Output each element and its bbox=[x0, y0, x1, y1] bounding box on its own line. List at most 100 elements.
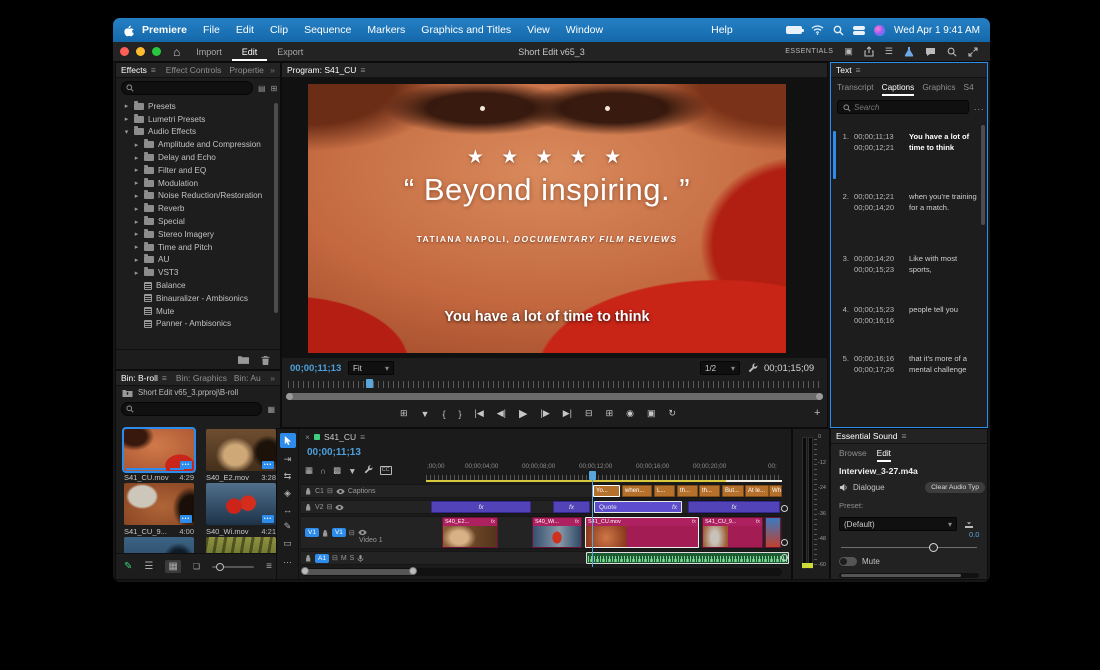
mark-in-icon[interactable]: { bbox=[442, 409, 445, 419]
siri-icon[interactable] bbox=[874, 24, 886, 36]
bin-breadcrumb[interactable]: Short Edit v65_3.prproj\B-roll bbox=[138, 388, 238, 397]
caption-timecodes[interactable]: 00;00;12;21 00;00;14;20 bbox=[854, 191, 904, 213]
twirl-icon[interactable]: ▸ bbox=[123, 102, 130, 110]
pen-tool[interactable]: ✎ bbox=[284, 521, 292, 532]
sequence-tab[interactable]: × S41_CU ≡ bbox=[305, 432, 365, 442]
track-resize-handle[interactable] bbox=[781, 505, 788, 512]
video-clip[interactable]: S40_E2... fx bbox=[442, 517, 498, 548]
mic-icon[interactable] bbox=[357, 554, 364, 563]
tree-item-balance[interactable]: Balance bbox=[117, 279, 273, 292]
minimize-window-button[interactable] bbox=[136, 47, 145, 56]
es-scrollbar[interactable] bbox=[839, 573, 979, 578]
caption-text[interactable]: You have a lot of time to think bbox=[909, 131, 979, 153]
tree-item-audio-effects[interactable]: ▾ Audio Effects bbox=[117, 126, 273, 139]
audio-clip[interactable] bbox=[586, 552, 789, 564]
text-panel-title[interactable]: Text bbox=[836, 65, 852, 75]
tab-s4-truncated[interactable]: S4 bbox=[964, 82, 974, 94]
workspace-label[interactable]: ESSENTIALS bbox=[785, 48, 833, 55]
solo-button[interactable]: S bbox=[350, 555, 355, 562]
track-enable-a1[interactable]: A1 bbox=[315, 553, 329, 563]
menu-item-window[interactable]: Window bbox=[558, 24, 611, 36]
freeform-view-icon[interactable]: ❏ bbox=[193, 562, 200, 571]
eye-icon[interactable] bbox=[358, 529, 367, 536]
snap-icon[interactable]: ∩ bbox=[320, 466, 326, 476]
ripple-edit-tool[interactable]: ⇆ bbox=[284, 471, 292, 482]
lock-icon[interactable] bbox=[322, 529, 329, 537]
step-forward-icon[interactable]: |▶ bbox=[541, 408, 550, 419]
track-enable-v1[interactable]: V1 bbox=[331, 528, 346, 537]
menu-item-edit[interactable]: Edit bbox=[228, 24, 262, 36]
caption-row-1[interactable]: 1. 00;00;11;13 00;00;12;21 You have a lot o… bbox=[837, 131, 979, 153]
twirl-icon[interactable]: ▸ bbox=[133, 141, 140, 149]
timeline-hscrollbar[interactable] bbox=[301, 567, 782, 576]
wifi-icon[interactable] bbox=[811, 25, 824, 35]
close-window-button[interactable] bbox=[120, 47, 129, 56]
caption-text[interactable]: that it's more of a mental challenge bbox=[909, 353, 979, 375]
caption-row-2[interactable]: 2. 00;00;12;21 00;00;14;20 when you're trai… bbox=[837, 191, 979, 213]
timeline-playhead-cap[interactable] bbox=[589, 471, 596, 480]
go-to-out-icon[interactable]: ▶| bbox=[563, 408, 572, 419]
quick-search-icon[interactable] bbox=[947, 47, 957, 57]
lock-icon[interactable] bbox=[305, 554, 312, 562]
caption-clip[interactable]: th... bbox=[677, 485, 698, 497]
tree-item-panner-ambisonics[interactable]: Panner - Ambisonics bbox=[117, 318, 273, 331]
tree-item-delay-and-echo[interactable]: ▸ Delay and Echo bbox=[117, 151, 273, 164]
thumbnail-view-icon[interactable]: ▦ bbox=[165, 560, 181, 573]
twirl-icon[interactable]: ▸ bbox=[133, 269, 140, 277]
tree-item-mute[interactable]: Mute bbox=[117, 305, 273, 318]
captions-icon[interactable]: CC bbox=[379, 466, 392, 475]
control-center-icon[interactable] bbox=[853, 25, 866, 35]
gain-slider[interactable] bbox=[841, 543, 977, 552]
twirl-icon[interactable]: ▸ bbox=[123, 115, 130, 123]
stacked-panels-icon[interactable]: ☰ bbox=[885, 46, 893, 57]
tree-item-amplitude-and-compression[interactable]: ▸ Amplitude and Compression bbox=[117, 138, 273, 151]
export-frame-icon[interactable]: ◉ bbox=[626, 408, 634, 419]
caption-timecodes[interactable]: 00;00;11;13 00;00;12;21 bbox=[854, 131, 904, 153]
home-icon[interactable]: ⌂ bbox=[173, 45, 180, 59]
program-title[interactable]: Program: S41_CU bbox=[287, 65, 356, 75]
nav-export[interactable]: Export bbox=[267, 42, 313, 61]
marker-icon[interactable]: ▼ bbox=[348, 466, 356, 476]
tree-item-presets[interactable]: ▸ Presets bbox=[117, 100, 273, 113]
program-video-frame[interactable]: ★ ★ ★ ★ ★ “ Beyond inspiring. ” TATIANA … bbox=[308, 84, 786, 353]
hand-tool[interactable]: … bbox=[283, 555, 292, 565]
more-tabs-icon[interactable]: » bbox=[270, 65, 275, 75]
step-back-icon[interactable]: ◀| bbox=[497, 408, 506, 419]
caption-clip[interactable]: At le... bbox=[745, 485, 769, 497]
bin-clip-S41_CU_9...[interactable]: ••• bbox=[124, 483, 194, 525]
timeline-timecode[interactable]: 00;00;11;13 bbox=[307, 447, 361, 458]
track-badge[interactable]: ⊟ bbox=[349, 529, 355, 537]
tab-properties[interactable]: Propertie bbox=[229, 65, 264, 75]
caption-row-3[interactable]: 3. 00;00;14;20 00;00;15;23 Like with most s… bbox=[837, 253, 979, 275]
marker-icon[interactable]: ▼ bbox=[421, 409, 430, 419]
graphic-clip[interactable]: fx bbox=[688, 501, 780, 513]
mute-button[interactable]: M bbox=[341, 555, 347, 562]
twirl-icon[interactable]: ▸ bbox=[133, 230, 140, 238]
track-id[interactable]: V2 bbox=[315, 504, 324, 511]
caption-row-5[interactable]: 5. 00;00;16;16 00;00;17;26 that it's more o… bbox=[837, 353, 979, 375]
bin-search-input[interactable] bbox=[121, 402, 263, 416]
new-folder-icon[interactable] bbox=[238, 355, 249, 364]
linked-selection-icon[interactable]: ▩ bbox=[333, 465, 341, 476]
tab-browse[interactable]: Browse bbox=[839, 448, 867, 460]
track-id[interactable]: C1 bbox=[315, 488, 324, 495]
tab-graphics[interactable]: Graphics bbox=[922, 82, 955, 94]
tab-bin-audio[interactable]: Bin: Au bbox=[234, 373, 261, 383]
menu-item-sequence[interactable]: Sequence bbox=[296, 24, 359, 36]
lock-icon[interactable] bbox=[305, 503, 312, 511]
caption-clip[interactable]: when... bbox=[622, 485, 652, 497]
settings-wrench-icon[interactable] bbox=[748, 363, 758, 373]
twirl-icon[interactable]: ▸ bbox=[133, 179, 140, 187]
bin-clip-S40_E2.mov[interactable]: ••• bbox=[206, 429, 276, 471]
clear-audio-type-button[interactable]: Clear Audio Typ bbox=[925, 482, 985, 493]
tree-item-time-and-pitch[interactable]: ▸ Time and Pitch bbox=[117, 241, 273, 254]
mark-out-icon[interactable]: } bbox=[458, 409, 461, 419]
beaker-icon[interactable] bbox=[904, 46, 914, 57]
preset-select[interactable]: (Default) ▾ bbox=[839, 517, 957, 531]
tab-transcript[interactable]: Transcript bbox=[837, 82, 874, 94]
play-icon[interactable]: ▶ bbox=[519, 407, 527, 420]
twirl-icon[interactable]: ▸ bbox=[133, 205, 140, 213]
captions-more-icon[interactable]: ... bbox=[974, 102, 985, 112]
video-clip[interactable]: S40_Wi... fx bbox=[532, 517, 582, 548]
caption-row-4[interactable]: 4. 00;00;15;23 00;00;16;16 people tell you bbox=[837, 304, 979, 326]
